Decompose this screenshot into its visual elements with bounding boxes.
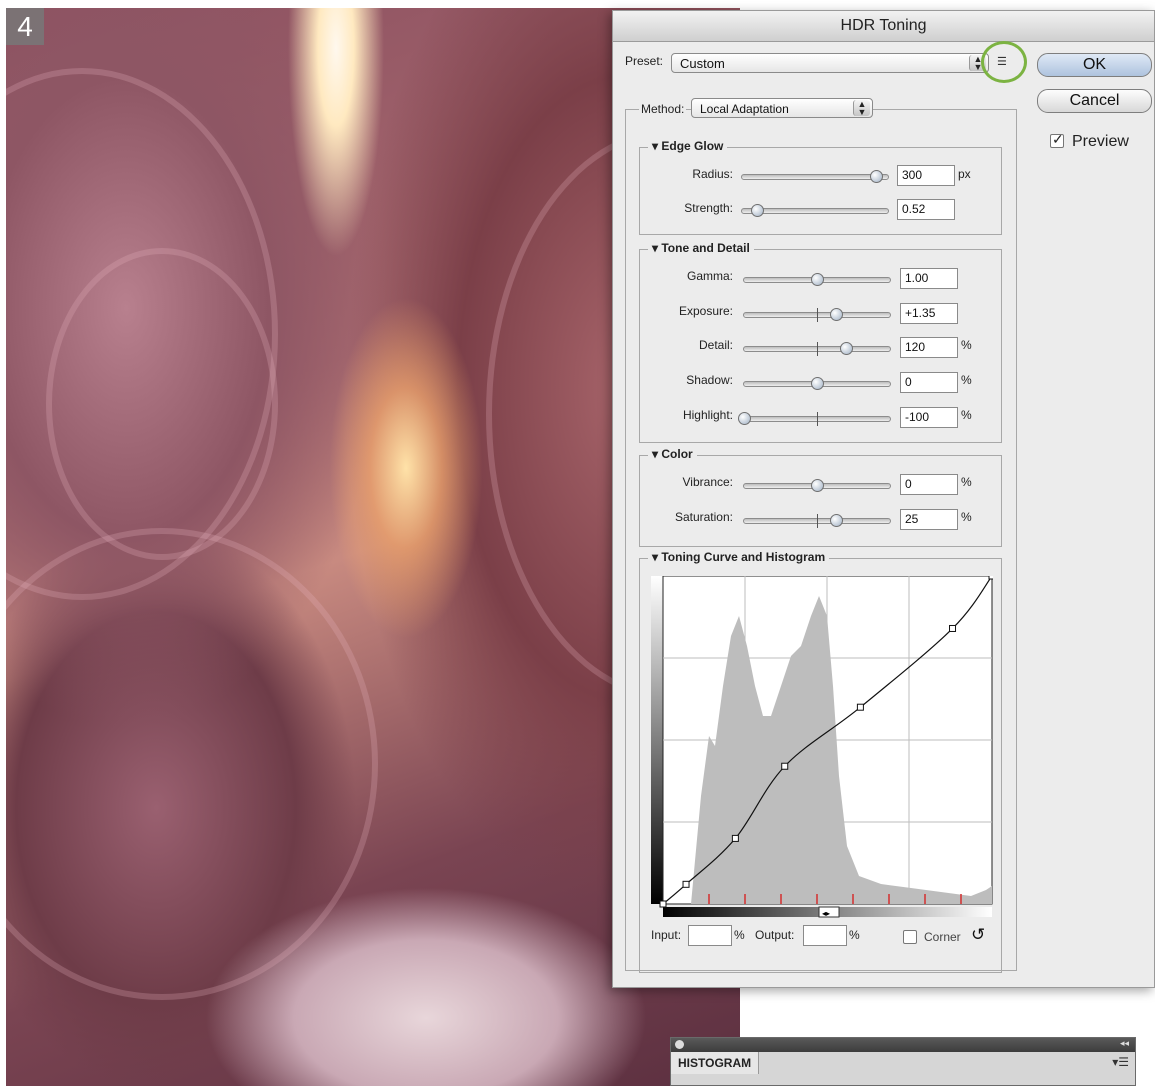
preset-select[interactable]: Custom ▲ ▼ bbox=[671, 53, 989, 73]
vibrance-slider-thumb[interactable] bbox=[811, 479, 824, 492]
strength-slider[interactable] bbox=[741, 204, 889, 217]
shadow-slider[interactable] bbox=[743, 377, 891, 390]
select-arrows-icon: ▲ ▼ bbox=[853, 100, 870, 117]
preview-label: Preview bbox=[1072, 133, 1129, 150]
toning-curve-graph[interactable]: ◂▸ bbox=[651, 576, 993, 918]
corner-checkbox[interactable] bbox=[903, 930, 917, 944]
detail-unit: % bbox=[961, 338, 972, 352]
saturation-slider-thumb[interactable] bbox=[829, 514, 843, 527]
highlight-unit: % bbox=[961, 408, 972, 422]
shadow-label: Shadow: bbox=[686, 373, 733, 387]
photo-texture bbox=[46, 248, 278, 560]
photo-texture bbox=[6, 528, 378, 1000]
preview-checkbox[interactable]: ✓ bbox=[1050, 131, 1064, 148]
color-title-text: Color bbox=[661, 447, 693, 461]
method-label: Method: bbox=[639, 102, 687, 116]
checkmark-icon: ✓ bbox=[1052, 131, 1064, 147]
slider-center-tick bbox=[817, 308, 818, 322]
exposure-slider-thumb[interactable] bbox=[829, 308, 843, 321]
curve-control-point[interactable] bbox=[949, 624, 957, 632]
gamma-slider[interactable] bbox=[743, 273, 891, 286]
saturation-label: Saturation: bbox=[674, 510, 733, 524]
input-unit: % bbox=[734, 928, 745, 942]
slider-center-tick bbox=[817, 514, 818, 528]
exposure-field[interactable]: +1.35 bbox=[900, 303, 958, 324]
output-field[interactable] bbox=[803, 925, 847, 946]
highlight-slider-thumb[interactable] bbox=[738, 412, 751, 425]
exposure-label: Exposure: bbox=[678, 304, 733, 318]
output-label: Output: bbox=[755, 928, 795, 942]
panel-header-bar: ◂◂ bbox=[671, 1038, 1135, 1052]
reset-curve-icon[interactable]: ↺ bbox=[971, 925, 985, 945]
histogram-tab[interactable]: HISTOGRAM bbox=[671, 1052, 759, 1074]
curve-control-point[interactable] bbox=[856, 703, 864, 711]
tone-detail-title-text: Tone and Detail bbox=[661, 241, 750, 255]
detail-slider[interactable] bbox=[743, 342, 891, 356]
collapse-icon[interactable]: ◂◂ bbox=[1120, 1038, 1129, 1049]
input-field[interactable] bbox=[688, 925, 732, 946]
output-unit: % bbox=[849, 928, 860, 942]
strength-label: Strength: bbox=[684, 201, 733, 215]
color-group: ▾ Color bbox=[639, 447, 1002, 547]
saturation-field[interactable]: 25 bbox=[900, 509, 958, 530]
slider-center-tick bbox=[817, 342, 818, 356]
detail-field[interactable]: 120 bbox=[900, 337, 958, 358]
edge-glow-title-text: Edge Glow bbox=[661, 139, 724, 153]
vibrance-label: Vibrance: bbox=[682, 475, 733, 489]
preset-label: Preset: bbox=[625, 54, 664, 68]
shadow-unit: % bbox=[961, 373, 972, 387]
ok-button[interactable]: OK bbox=[1037, 53, 1152, 77]
edge-glow-title[interactable]: ▾ Edge Glow bbox=[648, 139, 728, 153]
method-value: Local Adaptation bbox=[700, 102, 789, 116]
step-number-badge: 4 bbox=[6, 8, 44, 45]
strength-slider-thumb[interactable] bbox=[750, 204, 764, 217]
highlight-slider[interactable] bbox=[738, 412, 891, 426]
curve-control-point[interactable] bbox=[659, 900, 667, 908]
saturation-slider[interactable] bbox=[743, 514, 891, 528]
method-select[interactable]: Local Adaptation ▲ ▼ bbox=[691, 98, 873, 118]
curve-control-point[interactable] bbox=[682, 880, 690, 888]
highlight-label: Highlight: bbox=[682, 408, 733, 422]
dialog-title: HDR Toning bbox=[613, 11, 1154, 42]
shadow-field[interactable]: 0 bbox=[900, 372, 958, 393]
strength-field[interactable]: 0.52 bbox=[897, 199, 955, 220]
tone-detail-title[interactable]: ▾ Tone and Detail bbox=[648, 241, 754, 255]
radius-unit: px bbox=[958, 167, 971, 181]
slider-center-tick bbox=[817, 412, 818, 426]
curve-title-text: Toning Curve and Histogram bbox=[661, 550, 826, 564]
input-label: Input: bbox=[651, 928, 682, 942]
radius-slider[interactable] bbox=[741, 170, 889, 183]
vibrance-field[interactable]: 0 bbox=[900, 474, 958, 495]
color-title[interactable]: ▾ Color bbox=[648, 447, 697, 461]
gamma-label: Gamma: bbox=[686, 269, 733, 283]
highlight-field[interactable]: -100 bbox=[900, 407, 958, 428]
corner-label: Corner bbox=[924, 930, 961, 944]
saturation-unit: % bbox=[961, 510, 972, 524]
radius-field[interactable]: 300 bbox=[897, 165, 955, 186]
curve-control-point[interactable] bbox=[988, 576, 993, 580]
radius-label: Radius: bbox=[692, 167, 733, 181]
exposure-slider[interactable] bbox=[743, 308, 891, 322]
output-gradient-bar bbox=[651, 576, 663, 904]
preset-value: Custom bbox=[680, 56, 725, 71]
shadow-slider-thumb[interactable] bbox=[811, 377, 824, 390]
curve-title[interactable]: ▾ Toning Curve and Histogram bbox=[648, 550, 830, 564]
curve-control-point[interactable] bbox=[731, 834, 739, 842]
gamma-field[interactable]: 1.00 bbox=[900, 268, 958, 289]
hdr-toning-dialog: HDR Toning Preset: Custom ▲ ▼ ☰ OK Cancel… bbox=[612, 10, 1155, 988]
preset-options-icon[interactable]: ☰ bbox=[997, 55, 1013, 69]
close-icon[interactable] bbox=[675, 1040, 684, 1049]
edge-glow-group: ▾ Edge Glow bbox=[639, 139, 1002, 235]
curve-control-point[interactable] bbox=[781, 762, 789, 770]
gamma-slider-thumb[interactable] bbox=[811, 273, 824, 286]
vibrance-slider[interactable] bbox=[743, 479, 891, 492]
vibrance-unit: % bbox=[961, 475, 972, 489]
histogram-panel: ◂◂ HISTOGRAM ▾☰ bbox=[670, 1037, 1136, 1086]
detail-label: Detail: bbox=[698, 338, 733, 352]
cancel-button[interactable]: Cancel bbox=[1037, 89, 1152, 113]
handle-arrows-icon: ◂▸ bbox=[822, 909, 830, 918]
panel-menu-icon[interactable]: ▾☰ bbox=[1112, 1055, 1129, 1069]
